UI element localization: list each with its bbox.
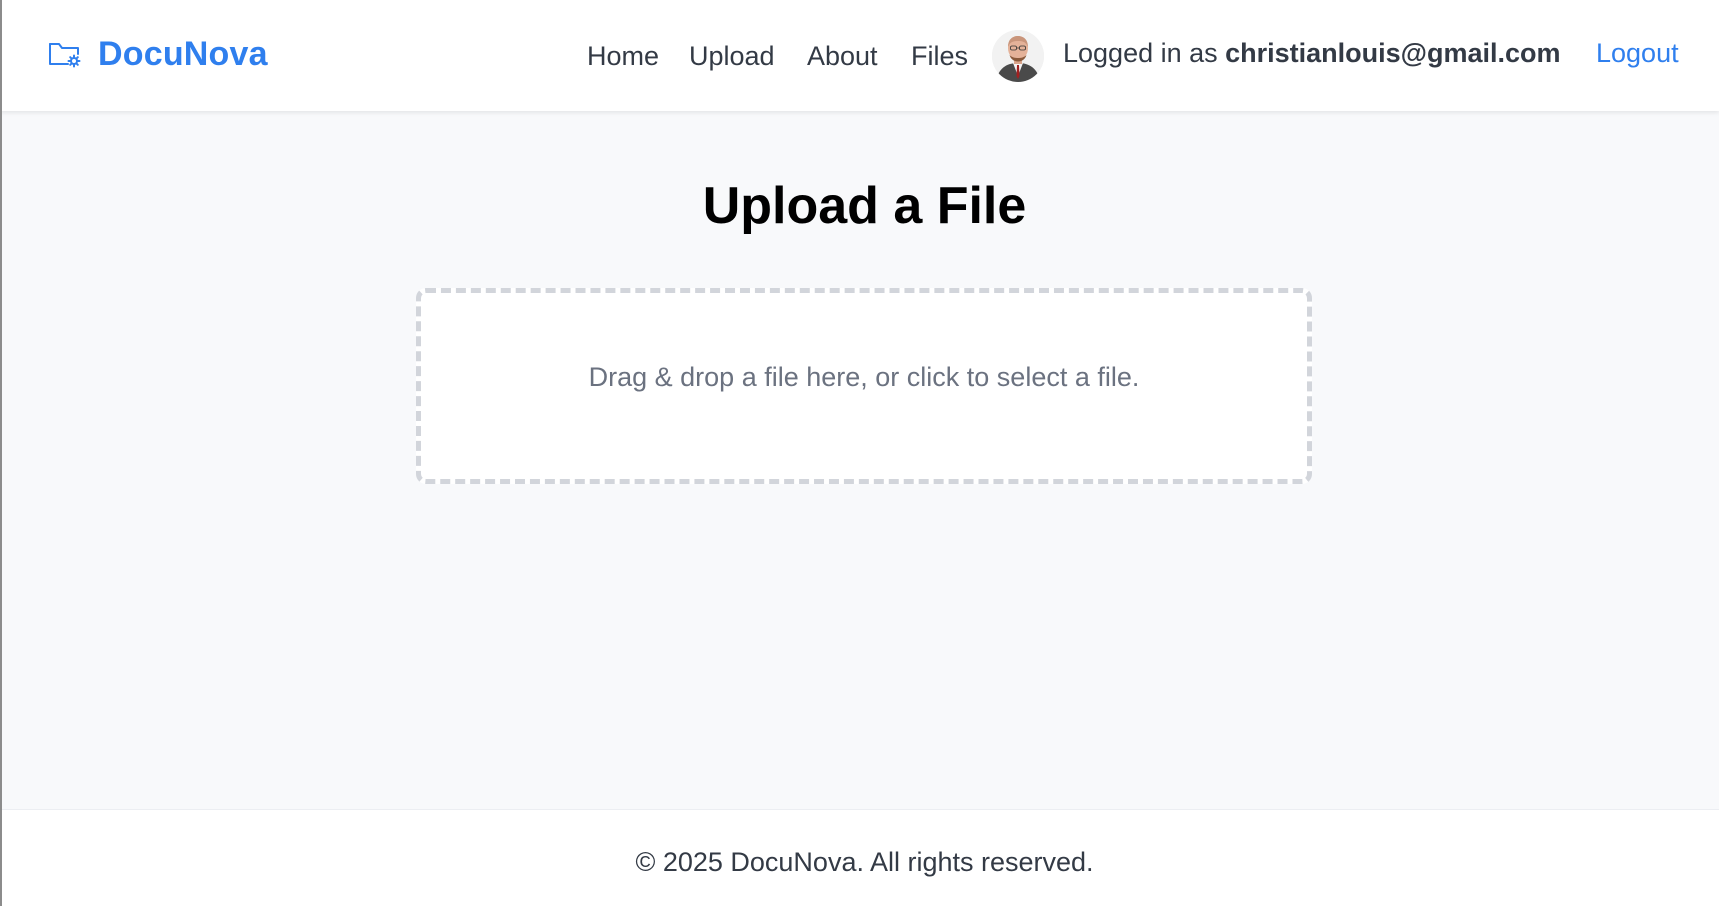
- logged-in-prefix: Logged in as: [1063, 38, 1226, 68]
- brand-home-link[interactable]: DocuNova: [48, 31, 268, 77]
- file-dropzone[interactable]: Drag & drop a file here, or click to sel…: [416, 288, 1312, 484]
- nav-link-about[interactable]: About: [807, 36, 878, 76]
- nav-link-files[interactable]: Files: [911, 36, 968, 76]
- nav-link-upload[interactable]: Upload: [689, 36, 775, 76]
- footer-copyright: © 2025 DocuNova. All rights reserved.: [635, 847, 1094, 877]
- page-footer: © 2025 DocuNova. All rights reserved.: [0, 809, 1719, 906]
- dropzone-instructions: Drag & drop a file here, or click to sel…: [588, 362, 1140, 392]
- brand-name: DocuNova: [98, 34, 268, 73]
- main-content: Upload a File Drag & drop a file here, o…: [0, 111, 1719, 809]
- page-title: Upload a File: [702, 177, 1027, 235]
- user-avatar[interactable]: [992, 30, 1044, 82]
- top-navbar: DocuNova Home Upload About Files Logged …: [0, 0, 1719, 111]
- logged-in-status: Logged in as christianlouis@gmail.com: [1063, 33, 1561, 73]
- logout-link[interactable]: Logout: [1596, 33, 1679, 73]
- user-email: christianlouis@gmail.com: [1225, 38, 1561, 68]
- nav-link-home[interactable]: Home: [587, 36, 659, 76]
- window-left-border: [0, 0, 2, 906]
- folder-gear-icon: [48, 39, 82, 69]
